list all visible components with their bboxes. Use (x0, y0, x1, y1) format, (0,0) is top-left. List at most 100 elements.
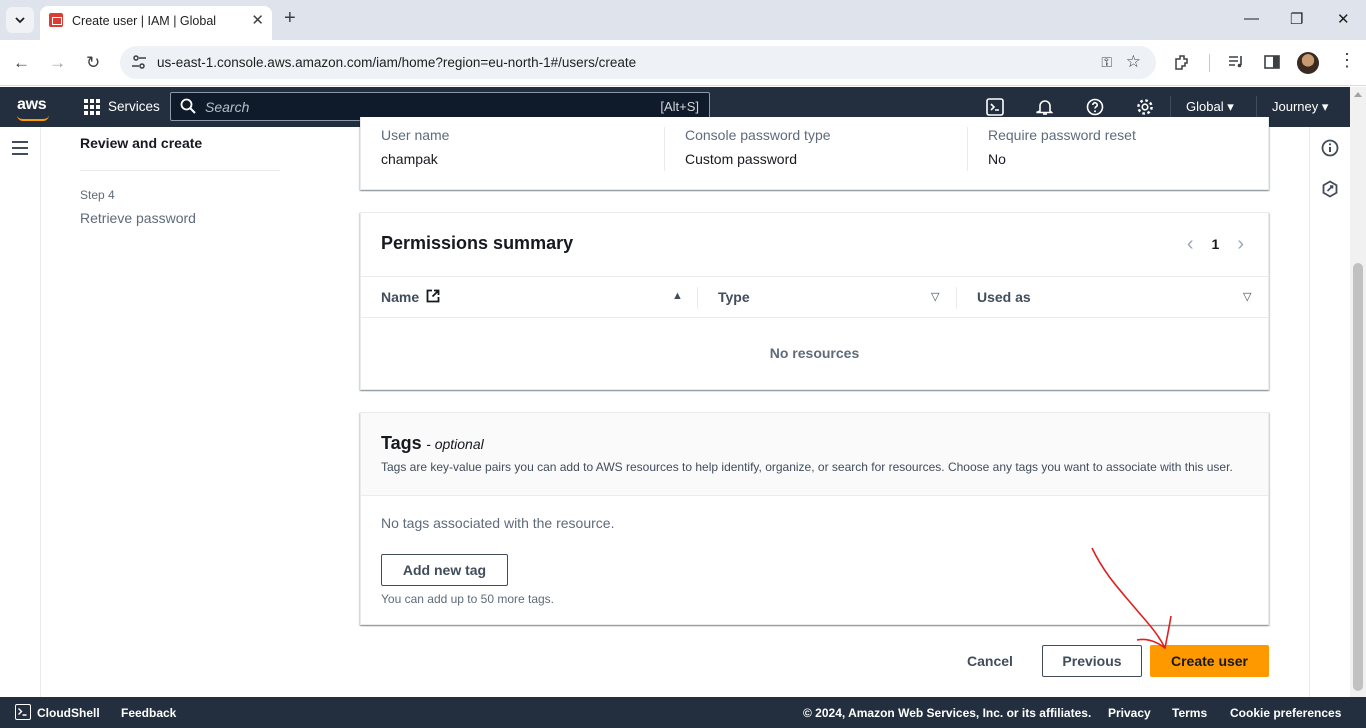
detail-console-password-type: Console password type Custom password (685, 127, 831, 167)
cloudshell-footer-icon[interactable] (15, 704, 31, 720)
search-input[interactable] (205, 97, 625, 117)
address-bar[interactable]: us-east-1.console.aws.amazon.com/iam/hom… (120, 46, 1156, 79)
previous-button[interactable]: Previous (1042, 645, 1142, 677)
tags-description: Tags are key-value pairs you can add to … (381, 460, 1233, 474)
tags-optional-label: - optional (426, 436, 484, 452)
column-divider (697, 287, 698, 309)
previous-page-icon[interactable]: ‹ (1187, 234, 1194, 254)
column-divider (664, 127, 665, 171)
tags-empty-state: No tags associated with the resource. (381, 515, 615, 531)
privacy-link[interactable]: Privacy (1108, 706, 1151, 720)
sort-unsorted-icon[interactable]: ▽ (1243, 290, 1251, 303)
copyright-text: © 2024, Amazon Web Services, Inc. or its… (803, 706, 1092, 720)
aws-logo-smile (17, 115, 49, 121)
account-menu[interactable]: Journey ▾ (1272, 99, 1328, 115)
step-divider (80, 170, 280, 171)
next-page-icon[interactable]: › (1237, 234, 1244, 254)
help-icon[interactable] (1085, 97, 1105, 117)
external-link-icon (426, 289, 440, 303)
permissions-summary-card: Permissions summary ‹ 1 › Name ▲ Type ▽ … (360, 212, 1269, 390)
permissions-empty-state: No resources (769, 345, 860, 361)
search-shortcut: [Alt+S] (660, 99, 699, 114)
create-user-button[interactable]: Create user (1150, 645, 1269, 677)
left-rail (0, 127, 41, 697)
page-scrollbar[interactable] (1350, 87, 1366, 697)
tags-heading: Tags - optional (381, 433, 484, 454)
scrollbar-thumb[interactable] (1353, 263, 1363, 691)
services-grid-icon[interactable] (84, 99, 100, 115)
permissions-table-header: Name ▲ Type ▽ Used as ▽ (361, 276, 1268, 318)
tags-card: Tags - optional Tags are key-value pairs… (360, 412, 1269, 625)
detail-value: champak (381, 151, 438, 167)
side-panel-icon[interactable] (1263, 53, 1281, 71)
cloudshell-link[interactable]: CloudShell (37, 706, 100, 720)
column-header-label: Name (381, 289, 420, 305)
forward-icon[interactable]: → (49, 53, 66, 73)
add-new-tag-button[interactable]: Add new tag (381, 554, 508, 586)
profile-avatar[interactable] (1297, 52, 1319, 74)
region-selector[interactable]: Global ▾ (1186, 99, 1234, 115)
terms-link[interactable]: Terms (1172, 706, 1207, 720)
column-divider (956, 287, 957, 309)
aws-logo[interactable]: aws (17, 96, 47, 114)
extensions-icon[interactable] (1173, 53, 1191, 71)
browser-tab-active[interactable]: Create user | IAM | Global ✕ (40, 6, 272, 40)
detail-label: User name (381, 127, 450, 143)
settings-gear-icon[interactable] (1135, 97, 1155, 117)
minimize-icon[interactable]: — (1244, 10, 1259, 27)
column-divider (967, 127, 968, 171)
detail-label: Console password type (685, 127, 831, 143)
cloudshell-icon[interactable] (985, 97, 1005, 117)
cancel-button[interactable]: Cancel (960, 645, 1020, 677)
hexagon-tools-icon[interactable] (1321, 180, 1339, 198)
bookmark-star-icon[interactable]: ☆ (1126, 52, 1141, 72)
cookie-preferences-link[interactable]: Cookie preferences (1230, 706, 1341, 720)
sort-ascending-icon[interactable]: ▲ (672, 290, 683, 302)
search-icon (180, 98, 196, 114)
detail-value: Custom password (685, 151, 798, 167)
media-control-icon[interactable] (1227, 53, 1245, 71)
services-menu[interactable]: Services (108, 99, 160, 114)
step-4-name: Retrieve password (80, 210, 196, 226)
browser-tab-bar: Create user | IAM | Global ✕ + — ❐ ✕ (0, 0, 1366, 40)
browser-menu-icon[interactable]: ⋮ (1338, 50, 1356, 71)
nav-divider (1170, 96, 1171, 118)
aws-favicon-icon (49, 13, 63, 27)
user-details-card: User name champak Console password type … (360, 117, 1269, 190)
column-header-type[interactable]: Type (718, 289, 750, 305)
password-key-icon[interactable]: ⚿ (1101, 54, 1112, 71)
info-icon[interactable] (1321, 139, 1339, 157)
right-rail (1309, 127, 1350, 697)
tags-limit-hint: You can add up to 50 more tags. (381, 592, 555, 606)
nav-divider (1256, 96, 1257, 118)
column-header-name[interactable]: Name (381, 289, 440, 305)
browser-toolbar: ← → ↻ us-east-1.console.aws.amazon.com/i… (0, 40, 1366, 86)
menu-hamburger-icon[interactable] (12, 141, 28, 155)
detail-require-password-reset: Require password reset No (988, 127, 1136, 167)
restore-icon[interactable]: ❐ (1290, 10, 1303, 28)
notifications-bell-icon[interactable] (1035, 97, 1055, 117)
step-4-number: Step 4 (80, 188, 115, 202)
region-label: Global (1186, 99, 1224, 114)
scroll-up-arrow-icon[interactable] (1354, 92, 1362, 97)
column-header-used-as[interactable]: Used as (977, 289, 1031, 305)
page-number[interactable]: 1 (1212, 236, 1220, 252)
tags-header: Tags - optional Tags are key-value pairs… (361, 413, 1268, 496)
close-window-icon[interactable]: ✕ (1337, 10, 1350, 28)
site-info-icon[interactable] (131, 54, 147, 70)
reload-icon[interactable]: ↻ (86, 53, 100, 73)
permissions-title: Permissions summary (381, 233, 574, 253)
pagination: ‹ 1 › (1187, 234, 1244, 254)
tags-title: Tags (381, 433, 422, 453)
back-icon[interactable]: ← (13, 53, 30, 73)
tab-search-button[interactable] (6, 7, 34, 33)
feedback-link[interactable]: Feedback (121, 706, 176, 720)
sort-unsorted-icon[interactable]: ▽ (931, 290, 939, 303)
toolbar-divider (1209, 54, 1210, 72)
detail-label: Require password reset (988, 127, 1136, 143)
close-tab-icon[interactable]: ✕ (251, 11, 264, 29)
detail-value: No (988, 151, 1006, 167)
step-current: Review and create (80, 135, 203, 151)
new-tab-icon[interactable]: + (284, 8, 296, 28)
console-footer: CloudShell Feedback © 2024, Amazon Web S… (0, 697, 1366, 728)
